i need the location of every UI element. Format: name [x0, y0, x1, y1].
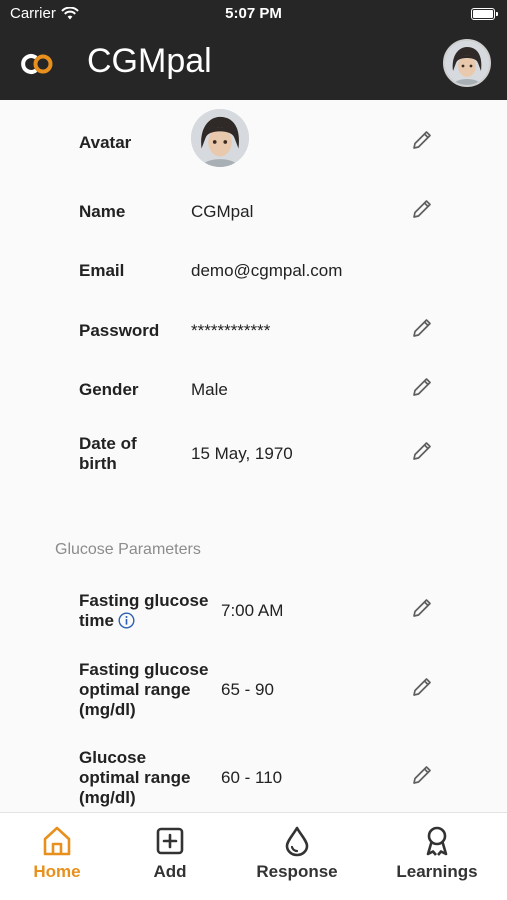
dob-label: Date of birth — [79, 434, 137, 474]
fasting-range-label-line2: optimal range — [79, 680, 191, 699]
fasting-time-label-line2: time — [79, 611, 114, 630]
edit-fasting-time-button[interactable] — [410, 596, 434, 620]
tab-response-label: Response — [256, 862, 338, 881]
optimal-range-label-line3: (mg/dl) — [79, 788, 136, 807]
avatar-icon — [191, 109, 249, 167]
optimal-range-value: 60 - 110 — [221, 768, 283, 787]
app-title: CGMpal — [87, 42, 212, 80]
fasting-time-label-line1: Fasting glucose — [79, 591, 209, 610]
info-icon[interactable] — [118, 612, 135, 629]
profile-avatar — [191, 109, 249, 167]
tab-add[interactable]: Add — [120, 825, 220, 882]
tab-home[interactable]: Home — [7, 825, 107, 882]
edit-password-button[interactable] — [410, 316, 434, 340]
status-time: 5:07 PM — [225, 5, 282, 22]
fasting-time-value: 7:00 AM — [221, 601, 284, 620]
home-icon — [43, 826, 71, 856]
plus-square-icon — [156, 827, 184, 855]
edit-name-button[interactable] — [410, 197, 434, 221]
edit-avatar-button[interactable] — [410, 128, 434, 152]
tab-add-label: Add — [153, 862, 187, 881]
drop-icon — [285, 826, 309, 857]
dob-value: 15 May, 1970 — [191, 444, 293, 463]
gender-label: Gender — [79, 380, 139, 399]
fasting-range-label-line3: (mg/dl) — [79, 700, 136, 719]
tab-response[interactable]: Response — [247, 825, 347, 882]
fasting-range-label: Fasting glucose optimal range (mg/dl) — [79, 660, 208, 720]
dob-label-line2: birth — [79, 454, 117, 473]
password-value: ************ — [191, 321, 271, 340]
bottom-tab-bar: Home Add Response Learnings — [0, 812, 507, 900]
optimal-range-label: Glucose optimal range (mg/dl) — [79, 748, 190, 808]
profile-content[interactable]: Avatar Name CGMpal Email demo@cgmpal.com… — [0, 100, 507, 812]
header-avatar[interactable] — [443, 39, 491, 87]
optimal-range-label-line2: optimal range — [79, 768, 191, 787]
ribbon-icon — [426, 826, 448, 856]
edit-fasting-range-button[interactable] — [410, 675, 434, 699]
avatar-label: Avatar — [79, 133, 132, 152]
optimal-range-label-line1: Glucose — [79, 748, 147, 767]
avatar-icon — [445, 41, 489, 85]
fasting-time-label: Fasting glucose time — [79, 591, 208, 631]
edit-optimal-range-button[interactable] — [410, 763, 434, 787]
email-label: Email — [79, 261, 125, 280]
app-logo-icon — [21, 54, 53, 74]
name-label: Name — [79, 202, 126, 221]
tab-home-label: Home — [33, 862, 81, 881]
tab-learnings-label: Learnings — [396, 862, 478, 881]
battery-icon — [471, 8, 498, 20]
password-label: Password — [79, 321, 160, 340]
status-bar: Carrier 5:07 PM — [0, 0, 507, 28]
edit-dob-button[interactable] — [410, 439, 434, 463]
name-value: CGMpal — [191, 202, 254, 221]
app-header: CGMpal — [0, 28, 507, 100]
fasting-range-value: 65 - 90 — [221, 680, 274, 699]
edit-gender-button[interactable] — [410, 375, 434, 399]
dob-label-line1: Date of — [79, 434, 137, 453]
gender-value: Male — [191, 380, 228, 399]
glucose-section-title: Glucose Parameters — [55, 541, 201, 558]
tab-learnings[interactable]: Learnings — [387, 825, 487, 882]
fasting-range-label-line1: Fasting glucose — [79, 660, 209, 679]
email-value: demo@cgmpal.com — [191, 261, 343, 280]
